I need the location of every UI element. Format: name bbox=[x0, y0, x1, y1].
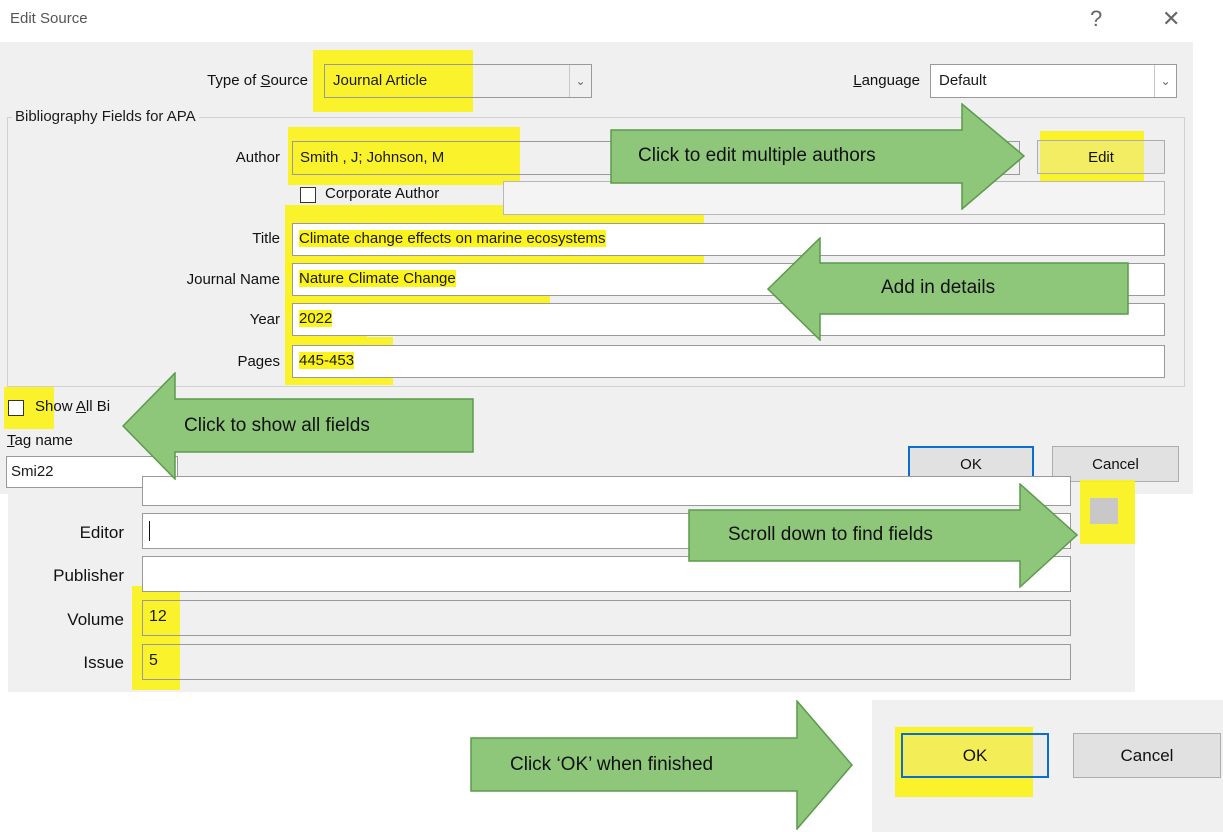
author-value: Smith , J; Johnson, M bbox=[300, 149, 445, 166]
issue-value: 5 bbox=[149, 652, 158, 669]
show-all-fields-label: Show All Bi bbox=[35, 398, 111, 415]
callout-scroll-down: Scroll down to find fields bbox=[688, 483, 1078, 588]
close-icon[interactable]: ✕ bbox=[1162, 6, 1180, 32]
final-ok-button[interactable]: OK bbox=[901, 733, 1049, 778]
language-value: Default bbox=[939, 72, 987, 89]
callout-add-details: Add in details bbox=[767, 237, 1129, 341]
volume-value: 12 bbox=[149, 608, 167, 625]
title-label: Title bbox=[252, 230, 280, 247]
journal-label: Journal Name bbox=[186, 271, 280, 288]
issue-label: Issue bbox=[83, 653, 124, 672]
show-all-fields-checkbox[interactable] bbox=[8, 400, 24, 416]
corporate-author-checkbox[interactable] bbox=[300, 187, 316, 203]
language-label: Language bbox=[853, 72, 920, 89]
journal-value: Nature Climate Change bbox=[299, 270, 456, 287]
pages-value: 445-453 bbox=[299, 352, 355, 369]
callout-show-all-text: Click to show all fields bbox=[184, 415, 370, 436]
callout-edit-authors-text: Click to edit multiple authors bbox=[638, 145, 876, 166]
title-value: Climate change effects on marine ecosyst… bbox=[299, 230, 606, 247]
author-label: Author bbox=[235, 149, 280, 166]
issue-input[interactable]: 5 bbox=[142, 644, 1071, 680]
year-label: Year bbox=[249, 311, 280, 328]
final-cancel-button[interactable]: Cancel bbox=[1073, 733, 1221, 778]
volume-label: Volume bbox=[67, 610, 124, 629]
tag-name-value: Smi22 bbox=[11, 463, 54, 480]
title-bar: Edit Source ? ✕ bbox=[0, 0, 1223, 42]
language-select[interactable]: Default ⌄ bbox=[930, 64, 1177, 98]
callout-show-all: Click to show all fields bbox=[122, 372, 474, 480]
callout-scroll-down-text: Scroll down to find fields bbox=[728, 524, 933, 545]
volume-input[interactable]: 12 bbox=[142, 600, 1071, 636]
callout-click-ok-text: Click ‘OK’ when finished bbox=[510, 754, 714, 775]
callout-click-ok: Click ‘OK’ when finished bbox=[470, 700, 853, 830]
dialog-title: Edit Source bbox=[10, 10, 88, 27]
cancel-button[interactable]: Cancel bbox=[1052, 446, 1179, 482]
help-icon[interactable]: ? bbox=[1090, 6, 1102, 32]
callout-edit-authors: Click to edit multiple authors bbox=[610, 103, 1025, 210]
callout-add-details-text: Add in details bbox=[881, 277, 996, 298]
pages-label: Pages bbox=[237, 353, 280, 370]
fieldset-legend: Bibliography Fields for APA bbox=[12, 108, 199, 125]
publisher-label: Publisher bbox=[53, 566, 124, 585]
edit-authors-button[interactable]: Edit bbox=[1037, 140, 1165, 174]
editor-label: Editor bbox=[79, 523, 124, 542]
type-of-source-label: Type of Source bbox=[207, 72, 308, 89]
type-of-source-select[interactable]: Journal Article ⌄ bbox=[324, 64, 592, 98]
scrollbar-thumb[interactable] bbox=[1090, 498, 1118, 524]
corporate-author-label: Corporate Author bbox=[325, 185, 440, 202]
text-cursor bbox=[149, 521, 150, 541]
chevron-down-icon[interactable]: ⌄ bbox=[1154, 65, 1176, 97]
year-value: 2022 bbox=[299, 310, 333, 327]
type-of-source-value: Journal Article bbox=[333, 72, 428, 89]
tag-name-label: Tag name bbox=[7, 432, 73, 449]
chevron-down-icon[interactable]: ⌄ bbox=[569, 65, 591, 97]
